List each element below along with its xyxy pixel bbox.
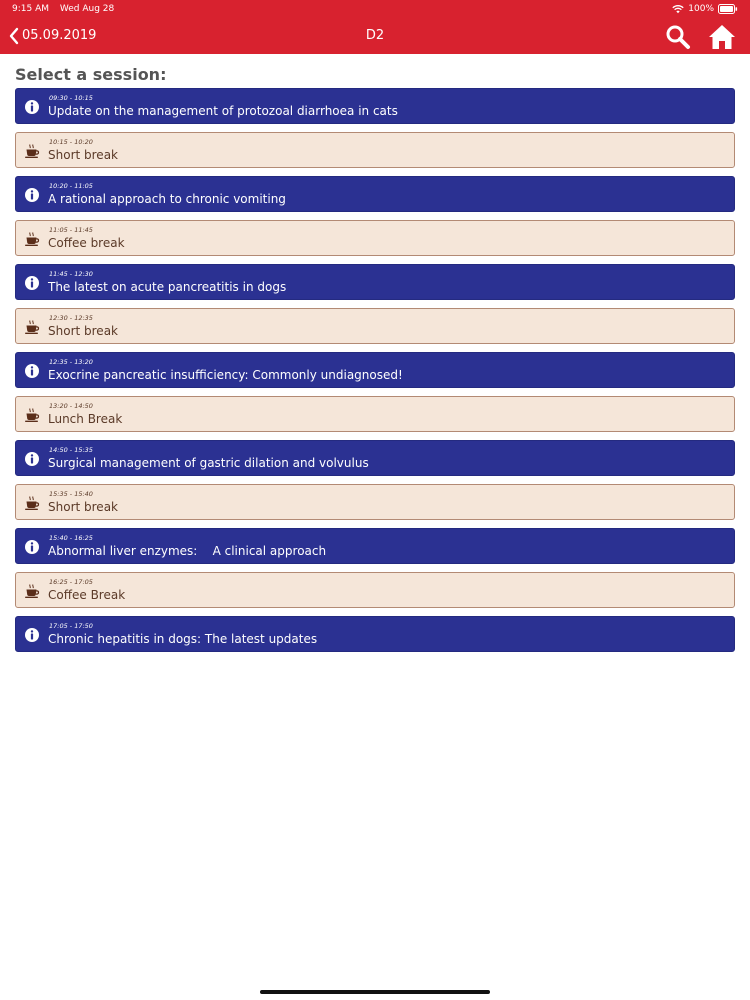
session-time: 12:35 - 13:20 <box>49 358 93 366</box>
session-time: 09:30 - 10:15 <box>49 94 93 102</box>
break-row[interactable]: 12:30 - 12:35 Short break <box>15 308 735 344</box>
session-title: The latest on acute pancreatitis in dogs <box>48 280 287 294</box>
session-title: Short break <box>48 500 118 514</box>
search-icon <box>665 24 691 50</box>
status-time: 9:15 AM <box>12 4 49 14</box>
session-time: 11:05 - 11:45 <box>49 226 93 234</box>
session-title: Short break <box>48 148 118 162</box>
home-button[interactable] <box>707 22 737 52</box>
coffee-cup-icon <box>24 583 40 599</box>
section-heading: Select a session: <box>15 65 167 84</box>
session-time: 17:05 - 17:50 <box>49 622 93 630</box>
session-row[interactable]: 09:30 - 10:15 Update on the management of… <box>15 88 735 124</box>
coffee-cup-icon <box>24 495 40 511</box>
session-title: Chronic hepatitis in dogs: The latest up… <box>48 632 318 646</box>
session-row[interactable]: 15:40 - 16:25 Abnormal liver enzymes: A c… <box>15 528 735 564</box>
coffee-cup-icon <box>24 143 40 159</box>
home-indicator <box>260 990 490 994</box>
back-label: 05.09.2019 <box>22 28 97 43</box>
chevron-left-icon <box>8 27 20 45</box>
coffee-cup-icon <box>24 407 40 423</box>
session-time: 15:40 - 16:25 <box>49 534 93 542</box>
status-date: Wed Aug 28 <box>59 4 115 14</box>
session-title: Surgical management of gastric dilation … <box>48 456 369 470</box>
break-row[interactable]: 15:35 - 15:40 Short break <box>15 484 735 520</box>
session-title: Coffee Break <box>48 588 126 602</box>
session-time: 16:25 - 17:05 <box>49 578 93 586</box>
session-title: Coffee break <box>48 236 125 250</box>
session-title: Short break <box>48 324 118 338</box>
session-title: Abnormal liver enzymes: A clinical appro… <box>48 544 327 558</box>
session-time: 11:45 - 12:30 <box>49 270 93 278</box>
info-icon <box>24 187 40 203</box>
app-header: 9:15 AM Wed Aug 28 100% 05.09.2019 D2 <box>0 0 750 54</box>
break-row[interactable]: 11:05 - 11:45 Coffee break <box>15 220 735 256</box>
session-row[interactable]: 17:05 - 17:50 Chronic hepatitis in dogs: … <box>15 616 735 652</box>
status-bar: 9:15 AM Wed Aug 28 100% <box>0 0 750 18</box>
session-title: A rational approach to chronic vomiting <box>48 192 286 206</box>
back-button[interactable]: 05.09.2019 <box>8 26 96 46</box>
session-time: 10:15 - 10:20 <box>49 138 93 146</box>
session-time: 13:20 - 14:50 <box>49 402 93 410</box>
session-time: 10:20 - 11:05 <box>49 182 93 190</box>
coffee-cup-icon <box>24 231 40 247</box>
session-time: 15:35 - 15:40 <box>49 490 93 498</box>
info-icon <box>24 627 40 643</box>
session-title: Exocrine pancreatic insufficiency: Commo… <box>48 368 403 382</box>
session-row[interactable]: 11:45 - 12:30 The latest on acute pancrea… <box>15 264 735 300</box>
info-icon <box>24 539 40 555</box>
navigation-bar: 05.09.2019 D2 <box>0 18 750 54</box>
session-row[interactable]: 10:20 - 11:05 A rational approach to chro… <box>15 176 735 212</box>
coffee-cup-icon <box>24 319 40 335</box>
battery-percent: 100% <box>688 4 714 14</box>
info-icon <box>24 99 40 115</box>
break-row[interactable]: 10:15 - 10:20 Short break <box>15 132 735 168</box>
session-list: 09:30 - 10:15 Update on the management of… <box>15 88 735 660</box>
info-icon <box>24 363 40 379</box>
wifi-icon <box>672 4 684 14</box>
session-time: 14:50 - 15:35 <box>49 446 93 454</box>
search-button[interactable] <box>665 24 691 50</box>
info-icon <box>24 451 40 467</box>
home-icon <box>707 22 737 52</box>
status-right: 100% <box>672 0 738 18</box>
info-icon <box>24 275 40 291</box>
session-title: Update on the management of protozoal di… <box>48 104 398 118</box>
battery-icon <box>718 4 738 14</box>
break-row[interactable]: 16:25 - 17:05 Coffee Break <box>15 572 735 608</box>
session-row[interactable]: 14:50 - 15:35 Surgical management of gast… <box>15 440 735 476</box>
session-time: 12:30 - 12:35 <box>49 314 93 322</box>
page-title: D2 <box>365 28 385 43</box>
break-row[interactable]: 13:20 - 14:50 Lunch Break <box>15 396 735 432</box>
status-left: 9:15 AM Wed Aug 28 <box>12 0 122 18</box>
session-row[interactable]: 12:35 - 13:20 Exocrine pancreatic insuffi… <box>15 352 735 388</box>
session-title: Lunch Break <box>48 412 123 426</box>
